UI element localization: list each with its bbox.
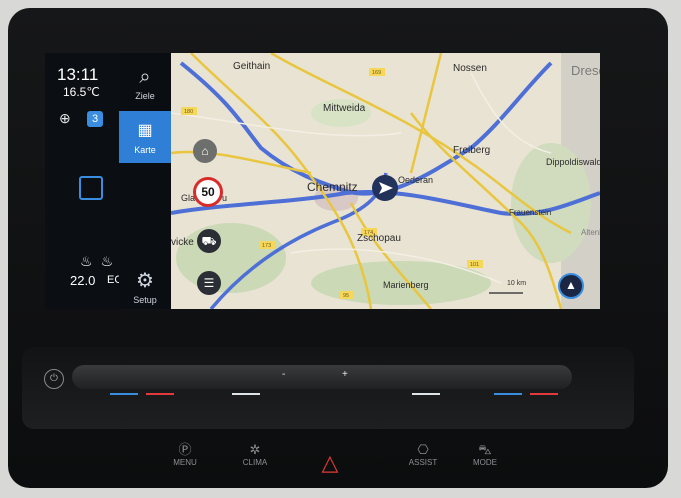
app-switcher-button[interactable] xyxy=(79,176,103,200)
plus-button[interactable]: + xyxy=(342,369,348,380)
cabin-temperature[interactable]: 22.0 xyxy=(70,273,95,288)
road-label-180: 180 xyxy=(184,109,193,115)
infotainment-screen: 13:11 16.5℃ ⊕ 3 ♨♨ 22.0 ECO ⌕ Ziele ▦ Ka… xyxy=(45,53,600,309)
clock: 13:11 xyxy=(57,65,99,84)
outside-temperature: 16.5℃ xyxy=(63,85,100,99)
traffic-car-button[interactable]: ⛟ xyxy=(197,229,221,253)
led-white xyxy=(412,393,440,395)
notification-badge[interactable]: 3 xyxy=(87,111,103,127)
fan-icon: ✲ xyxy=(249,442,261,457)
city-label-frauenstein: Frauenstein xyxy=(509,208,551,217)
scale-bar-label: 10 km xyxy=(507,280,526,287)
mode-button[interactable]: ⛍ MODE xyxy=(460,442,510,467)
led-blue xyxy=(494,393,522,395)
nav-ziele-label: Ziele xyxy=(135,91,155,101)
minus-button[interactable]: - xyxy=(282,369,285,380)
nav-setup-label: Setup xyxy=(133,295,157,305)
clima-label: CLIMA xyxy=(242,458,268,467)
nav-ziele-button[interactable]: ⌕ Ziele xyxy=(119,65,171,101)
route-options-button[interactable]: ⌂ xyxy=(193,139,217,163)
mode-label: MODE xyxy=(473,458,497,467)
city-label-zschopau: Zschopau xyxy=(357,233,401,244)
compass-north-icon[interactable]: ▲ xyxy=(558,273,584,299)
led-blue xyxy=(110,393,138,395)
led-red xyxy=(146,393,174,395)
nav-karte-label: Karte xyxy=(134,145,156,155)
volume-temp-slider[interactable]: - + xyxy=(72,365,572,389)
nav-sidebar: ⌕ Ziele ▦ Karte ⚙ Setup xyxy=(119,53,171,309)
seat-heating-right-icon[interactable]: ♨ xyxy=(101,253,114,269)
city-label-dippoldiswalde: Dippoldiswald xyxy=(546,157,600,167)
road-label-173: 173 xyxy=(262,243,271,249)
gear-icon: ⚙ xyxy=(136,270,154,292)
assist-icon: ⎔ xyxy=(417,442,429,457)
city-label-chemnitz: Chemnitz xyxy=(307,180,358,194)
city-label-geithain: Geithain xyxy=(233,61,270,72)
city-label-altenberg: Altenb xyxy=(581,228,600,237)
city-label-zwickau: vicke xyxy=(171,237,194,248)
road-label-95: 95 xyxy=(343,293,349,299)
search-icon: ⌕ xyxy=(139,66,151,88)
speed-limit-sign: 50 xyxy=(193,177,223,207)
road-label-169: 169 xyxy=(372,70,381,76)
map-icon: ▦ xyxy=(137,122,153,139)
clima-button[interactable]: ✲ CLIMA xyxy=(230,442,280,467)
bottom-controls: Ⓟ MENU ✲ CLIMA △ ⎔ ASSIST ⛍ MODE xyxy=(150,442,530,484)
car-icon: ⛍ xyxy=(478,442,492,457)
assist-label: ASSIST xyxy=(408,458,438,467)
forest-area xyxy=(176,223,286,293)
nav-karte-button[interactable]: ▦ Karte xyxy=(119,111,171,163)
navigation-map[interactable]: 169 180 173 101 95 174 Geithain Nossen D… xyxy=(171,53,600,309)
city-label-mittweida: Mittweida xyxy=(323,103,366,114)
control-console: ⏻ - + xyxy=(22,347,634,429)
seat-heating-left-icon[interactable]: ♨ xyxy=(80,253,93,269)
city-label-nossen: Nossen xyxy=(453,63,487,74)
menu-icon[interactable]: ☰ xyxy=(197,271,221,295)
city-label-oederan: Oederan xyxy=(398,175,433,185)
status-column: 13:11 16.5℃ ⊕ 3 ♨♨ 22.0 ECO xyxy=(45,53,131,309)
city-label-dresden: Dresd xyxy=(571,63,600,78)
led-white xyxy=(232,393,260,395)
nav-setup-button[interactable]: ⚙ Setup xyxy=(119,269,171,305)
assist-button[interactable]: ⎔ ASSIST xyxy=(398,442,448,467)
city-label-marienberg: Marienberg xyxy=(383,280,429,290)
hazard-icon[interactable]: △ xyxy=(318,452,342,474)
city-label-freiberg: Freiberg xyxy=(453,145,490,156)
road-label-101: 101 xyxy=(470,262,479,268)
led-red xyxy=(530,393,558,395)
menu-button[interactable]: Ⓟ MENU xyxy=(160,442,210,467)
power-icon[interactable]: ⏻ xyxy=(44,369,64,389)
globe-icon: ⊕ xyxy=(59,110,71,126)
menu-label: MENU xyxy=(173,458,197,467)
parking-icon: Ⓟ xyxy=(178,442,192,457)
